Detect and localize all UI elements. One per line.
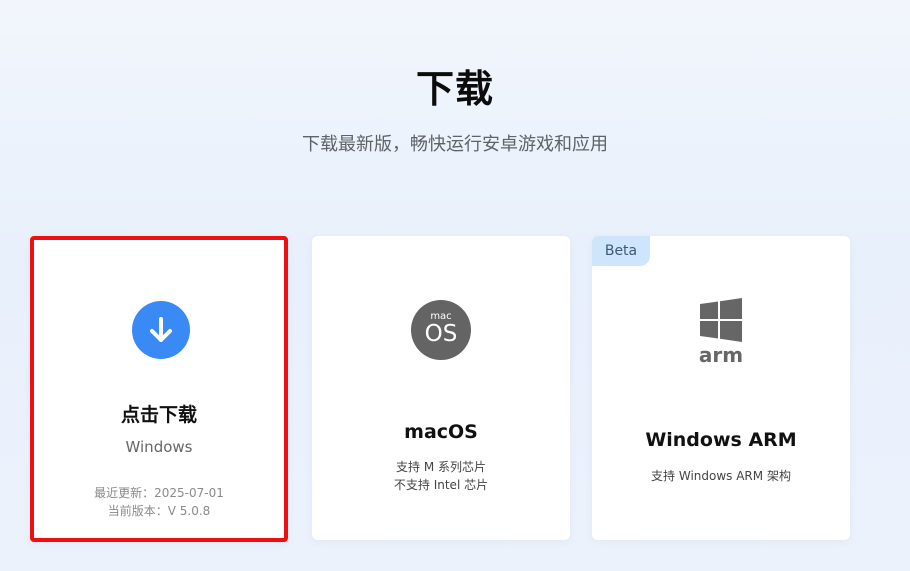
windows-arm-card-desc: 支持 Windows ARM 架构 [651,469,791,483]
macos-desc-line1: 支持 M 系列芯片 [396,460,486,474]
macos-card-desc: 支持 M 系列芯片 不支持 Intel 芯片 [312,458,570,494]
page-title: 下载 [415,67,494,111]
macos-card-title: macOS [404,421,478,443]
windows-version: 当前版本：V 5.0.8 [107,504,211,518]
windows-card-title: 点击下载 [120,404,197,426]
macos-desc-line2: 不支持 Intel 芯片 [393,478,489,492]
windows-arm-icon: arm [699,298,743,366]
macos-download-card[interactable]: mac OS macOS 支持 M 系列芯片 不支持 Intel 芯片 [312,236,570,540]
download-arrow-icon [132,301,190,359]
windows-updated-date: 最近更新：2025-07-01 [94,486,224,500]
windows-card-meta: 最近更新：2025-07-01 当前版本：V 5.0.8 [34,484,284,520]
windows-arm-card-title: Windows ARM [645,429,797,451]
windows-arm-download-card[interactable]: Beta arm Windows ARM 支持 Windows ARM 架构 [592,236,850,540]
macos-icon: mac OS [411,300,471,360]
windows-arm-icon-text: arm [699,343,743,366]
windows-download-card[interactable]: 点击下载 Windows 最近更新：2025-07-01 当前版本：V 5.0.… [30,236,288,542]
windows-card-platform: Windows [125,438,193,456]
beta-badge: Beta [592,236,650,266]
page-subtitle: 下载最新版，畅快运行安卓游戏和应用 [302,134,608,155]
macos-icon-big-text: OS [424,321,458,347]
